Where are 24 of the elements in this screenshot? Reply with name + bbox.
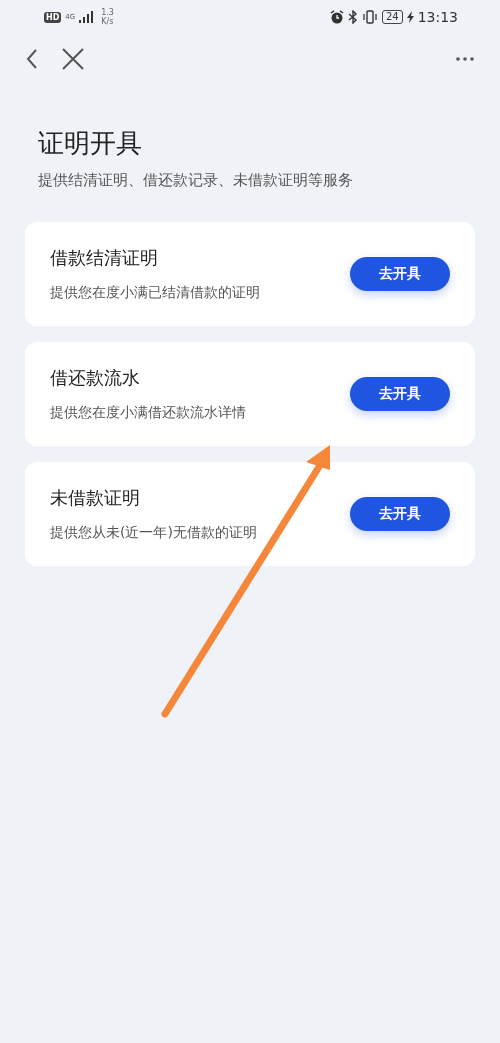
alarm-icon [329,10,344,24]
card-description: 提供您在度小满借还款流水详情 [50,404,247,422]
page-title: 证明开具 [38,127,143,160]
issue-button[interactable]: 去开具 [350,257,450,291]
back-icon[interactable] [26,49,38,69]
speed-unit: K/s [101,17,114,26]
more-icon[interactable] [456,57,474,61]
page-subtitle: 提供结清证明、借还款记录、未借款证明等服务 [38,171,354,190]
card-title: 未借款证明 [50,486,141,510]
close-icon[interactable] [62,48,84,70]
issue-button[interactable]: 去开具 [350,497,450,531]
issue-button[interactable]: 去开具 [350,377,450,411]
bluetooth-icon [347,10,358,24]
battery-icon: 24 [381,10,403,24]
clock-time: 13:13 [417,9,458,25]
signal-icon [79,11,94,23]
card-title: 借款结清证明 [50,246,159,270]
hd-badge: HD [44,11,62,23]
speed-value: 1.3 [101,8,114,17]
vibrate-icon [361,10,378,24]
card-description: 提供您从未(近一年)无借款的证明 [50,524,258,542]
card-title: 借还款流水 [50,366,141,390]
charging-icon [406,11,414,23]
card-description: 提供您在度小满已结清借款的证明 [50,284,261,302]
